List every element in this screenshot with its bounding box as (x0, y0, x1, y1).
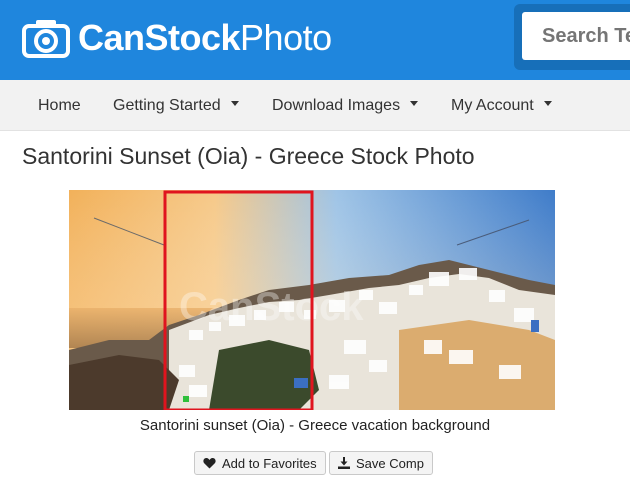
chevron-down-icon (410, 101, 419, 107)
save-comp-button[interactable]: Save Comp (329, 451, 433, 475)
site-header: CanStockPhoto (0, 0, 630, 80)
nav-getting-started[interactable]: Getting Started (113, 80, 239, 131)
site-logo[interactable]: CanStockPhoto (22, 16, 332, 60)
download-icon (338, 457, 350, 469)
nav-download-images[interactable]: Download Images (272, 80, 419, 131)
nav-my-account[interactable]: My Account (451, 80, 552, 131)
nav-home[interactable]: Home (38, 80, 81, 131)
add-to-favorites-button[interactable]: Add to Favorites (194, 451, 326, 475)
chevron-down-icon (230, 101, 239, 107)
heart-icon (203, 457, 216, 469)
stock-photo[interactable]: CanStock (69, 190, 555, 410)
search-input[interactable] (522, 12, 630, 60)
watermark: CanStock (179, 285, 364, 329)
brand-name: CanStockPhoto (78, 17, 332, 58)
page-title: Santorini Sunset (Oia) - Greece Stock Ph… (22, 143, 475, 169)
camera-icon (22, 20, 70, 58)
main-nav: Home Getting Started Download Images My … (0, 80, 630, 131)
chevron-down-icon (543, 101, 552, 107)
photo-caption: Santorini sunset (Oia) - Greece vacation… (139, 417, 491, 434)
